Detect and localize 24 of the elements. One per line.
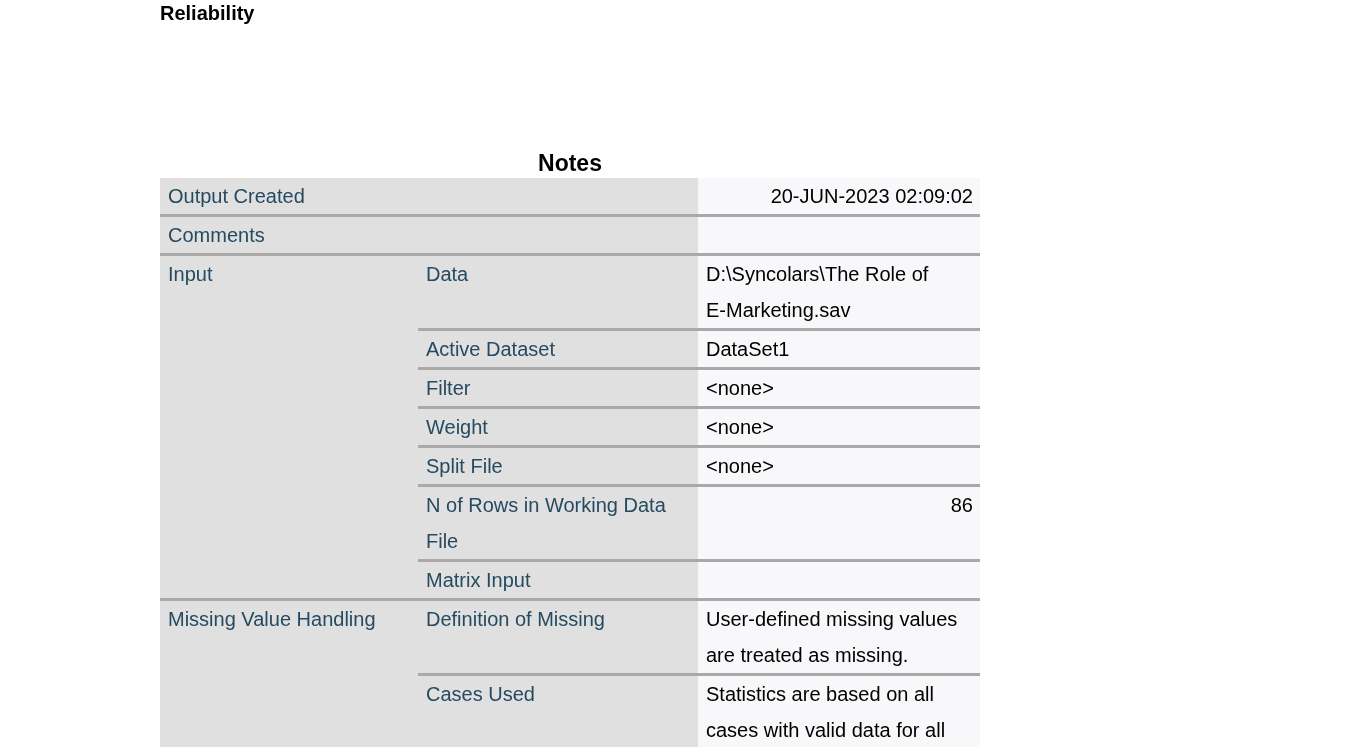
table-cell: 20-JUN-2023 02:09:02 [698, 178, 980, 217]
table-cell: User-defined missing values are treated as missing. [698, 601, 980, 676]
table-cell: <none> [698, 370, 980, 409]
row-header: Input [160, 256, 418, 601]
table-cell: Statistics are based on all cases with valid data for all [698, 676, 980, 747]
row-header: Data [418, 256, 698, 331]
section-heading: Reliability [160, 1, 255, 26]
row-header: Comments [160, 217, 698, 256]
table-cell: <none> [698, 448, 980, 487]
row-header: Matrix Input [418, 562, 698, 601]
row-header: Active Dataset [418, 331, 698, 370]
row-header: N of Rows in Working Data File [418, 487, 698, 562]
table-title: Notes [538, 150, 602, 176]
row-header: Weight [418, 409, 698, 448]
table-cell: 86 [698, 487, 980, 562]
table-cell: <none> [698, 409, 980, 448]
row-header: Missing Value Handling [160, 601, 418, 747]
table-cell: D:\Syncolars\The Role of E-Marketing.sav [698, 256, 980, 331]
row-header: Definition of Missing [418, 601, 698, 676]
row-header: Split File [418, 448, 698, 487]
table-cell: DataSet1 [698, 331, 980, 370]
row-header: Filter [418, 370, 698, 409]
row-header: Output Created [160, 178, 698, 217]
row-header: Cases Used [418, 676, 698, 747]
